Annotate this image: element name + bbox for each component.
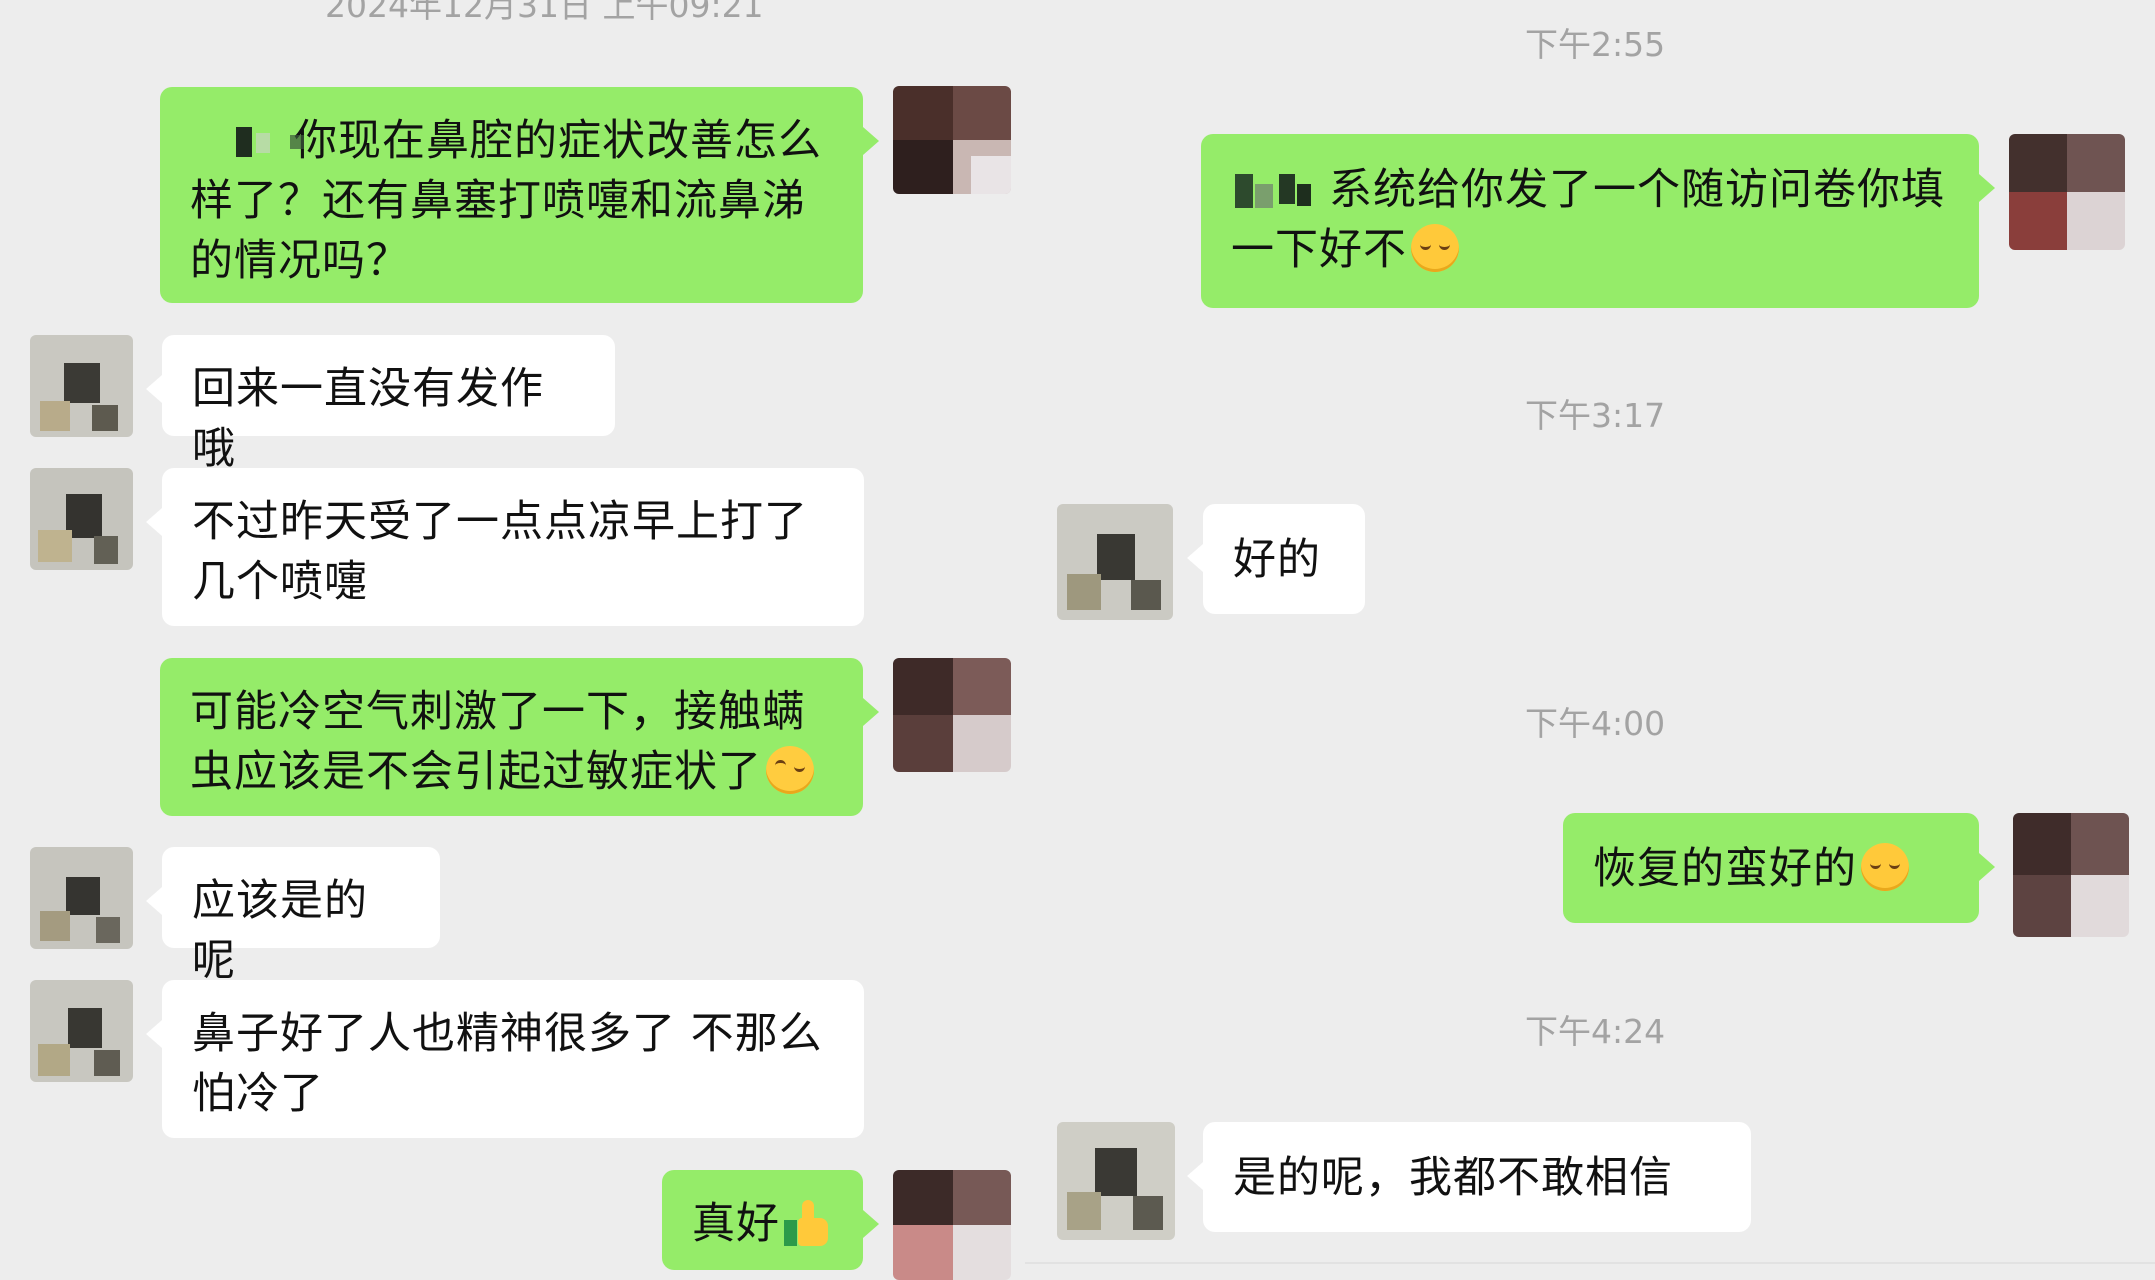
- my-avatar[interactable]: [893, 1170, 1011, 1280]
- sent-message-bubble[interactable]: 可能冷空气刺激了一下，接触螨虫应该是不会引起过敏症状了: [160, 658, 879, 816]
- message-text: 不过昨天受了一点点凉早上打了几个喷嚏: [192, 497, 808, 607]
- contact-avatar[interactable]: [30, 335, 133, 437]
- timestamp-top-left: 2024年12月31日 上午09:21: [325, 0, 764, 25]
- my-avatar[interactable]: [2009, 134, 2125, 250]
- message-text: 你现在鼻腔的症状改善怎么样了？还有鼻塞打喷嚏和流鼻涕的情况吗？: [190, 116, 822, 286]
- message-text: 鼻子好了人也精神很多了 不那么怕冷了: [192, 1009, 823, 1119]
- message-text: 是的呢，我都不敢相信: [1233, 1153, 1673, 1203]
- received-message-bubble[interactable]: 鼻子好了人也精神很多了 不那么怕冷了: [146, 980, 864, 1138]
- received-message-bubble[interactable]: 应该是的呢: [146, 847, 440, 986]
- contact-avatar[interactable]: [1057, 504, 1173, 620]
- my-avatar[interactable]: [2013, 813, 2129, 937]
- my-avatar[interactable]: [893, 86, 1011, 194]
- received-message-bubble[interactable]: 是的呢，我都不敢相信: [1187, 1122, 1751, 1232]
- timestamp: 下午3:17: [1525, 396, 1666, 435]
- contact-avatar[interactable]: [30, 980, 133, 1082]
- message-text: 可能冷空气刺激了一下，接触螨虫应该是不会引起过敏症状了: [190, 687, 806, 797]
- received-message-bubble[interactable]: 好的: [1187, 504, 1365, 614]
- message-text: 好的: [1233, 535, 1321, 585]
- message-text: 应该是的呢: [192, 876, 368, 986]
- timestamp: 下午4:00: [1525, 704, 1666, 743]
- my-avatar[interactable]: [893, 658, 1011, 772]
- sent-message-bubble[interactable]: 恢复的蛮好的: [1563, 813, 1995, 923]
- timestamp: 下午4:24: [1525, 1012, 1666, 1051]
- contact-avatar[interactable]: [1057, 1122, 1175, 1240]
- received-message-bubble[interactable]: 不过昨天受了一点点凉早上打了几个喷嚏: [146, 468, 864, 626]
- sent-message-bubble[interactable]: 你现在鼻腔的症状改善怎么样了？还有鼻塞打喷嚏和流鼻涕的情况吗？: [160, 87, 879, 303]
- smiling-face-with-closed-eyes-emoji: [1861, 843, 1909, 891]
- message-text: 系统给你发了一个随访问卷你填一下好不: [1231, 165, 1945, 275]
- divider: [1025, 1262, 2155, 1264]
- smiling-face-with-closed-eyes-emoji: [1411, 224, 1459, 272]
- sent-message-bubble[interactable]: 系统给你发了一个随访问卷你填一下好不: [1201, 134, 1995, 308]
- received-message-bubble[interactable]: 回来一直没有发作哦: [146, 335, 615, 474]
- blurred-name: [190, 121, 304, 161]
- timestamp: 下午2:55: [1525, 25, 1666, 64]
- contact-avatar[interactable]: [30, 468, 133, 570]
- thinking-face-emoji: [766, 746, 814, 794]
- message-text: 恢复的蛮好的: [1593, 844, 1857, 894]
- message-text: 回来一直没有发作哦: [192, 364, 544, 474]
- sent-message-bubble[interactable]: 真好: [662, 1170, 879, 1270]
- message-text: 真好: [692, 1199, 780, 1249]
- blurred-name: [1231, 170, 1317, 210]
- contact-avatar[interactable]: [30, 847, 133, 949]
- thumbs-up-emoji: [784, 1200, 828, 1246]
